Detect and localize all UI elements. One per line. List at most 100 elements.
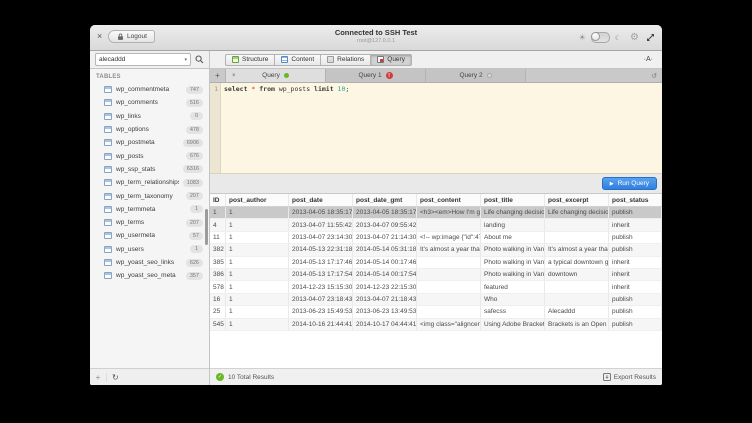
results-body: 112013-04-05 18:35:17+02013-04-05 18:35:… (210, 207, 662, 331)
result-row[interactable]: 2512013-06-23 15:49:53+02013-06-23 13:49… (210, 306, 662, 318)
headerbar: × Logout Connected to SSH Test root@127.… (90, 25, 662, 51)
view-tab-query[interactable]: Query (371, 54, 412, 66)
table-icon (104, 99, 112, 106)
sidebar-item-wp_term_relationships[interactable]: wp_term_relationships 1083 (90, 176, 209, 189)
column-header-post_date[interactable]: post_date (289, 194, 353, 206)
result-row[interactable]: 38512014-05-13 17:17:46+02014-05-14 00:1… (210, 257, 662, 269)
cell: 1 (226, 207, 289, 218)
column-header-post_author[interactable]: post_author (226, 194, 289, 206)
tab-close-icon[interactable]: × (232, 73, 236, 79)
table-name: wp_termmeta (116, 206, 186, 213)
row-count-badge: 207 (186, 219, 203, 227)
table-icon (104, 193, 112, 200)
row-count-badge: 626 (186, 259, 203, 267)
table-icon (104, 232, 112, 239)
table-icon (104, 126, 112, 133)
column-header-post_excerpt[interactable]: post_excerpt (545, 194, 609, 206)
sidebar-item-wp_ssp_stats[interactable]: wp_ssp_stats 6316 (90, 163, 209, 176)
query-tab-query-1[interactable]: Query 1 ! (326, 69, 426, 82)
query-tab-query-2[interactable]: Query 2 (426, 69, 526, 82)
cell: 2013-06-23 15:49:53+0 (289, 306, 353, 317)
result-row[interactable]: 38612014-05-13 17:17:54+02014-05-14 00:1… (210, 269, 662, 281)
query-editor[interactable]: 1 select * from wp_posts limit 10; (210, 83, 662, 174)
result-row[interactable]: 38212014-05-13 22:31:18+02014-05-14 05:3… (210, 244, 662, 256)
query-tab-query[interactable]: × Query (226, 69, 326, 82)
table-name: wp_links (116, 113, 186, 120)
table-icon (104, 153, 112, 160)
result-row[interactable]: 54512014-10-16 21:44:41+02014-10-17 04:4… (210, 319, 662, 331)
table-name: wp_comments (116, 99, 182, 106)
query-tab-label: Query 1 (358, 72, 381, 79)
view-tab-structure[interactable]: Structure (225, 54, 275, 66)
sidebar-item-wp_users[interactable]: wp_users 1 (90, 243, 209, 256)
result-row[interactable]: 1112013-04-07 23:14:30+02013-04-07 21:14… (210, 232, 662, 244)
result-row[interactable]: 57812014-12-23 15:15:30+02014-12-23 22:1… (210, 281, 662, 293)
column-header-post_date_gmt[interactable]: post_date_gmt (353, 194, 417, 206)
row-count-badge: 1083 (183, 179, 203, 187)
sidebar-item-wp_postmeta[interactable]: wp_postmeta 6906 (90, 136, 209, 149)
search-icon[interactable] (195, 55, 204, 64)
dark-mode-toggle[interactable] (591, 32, 610, 43)
cell: Brackets is an Open Soun (545, 319, 609, 330)
cell: Alecaddd (545, 306, 609, 317)
cell: 16 (210, 294, 226, 305)
row-count-badge: 0 (190, 112, 203, 120)
query-code[interactable]: select * from wp_posts limit 10; (221, 83, 662, 173)
cell: Life changing decisions (481, 207, 545, 218)
font-size-button[interactable]: ·A· (644, 56, 653, 63)
moon-icon: ☾ (615, 34, 621, 42)
sidebar-item-wp_options[interactable]: wp_options 478 (90, 123, 209, 136)
cell: 2014-10-17 04:44:41+0 (353, 319, 417, 330)
sidebar-item-wp_term_taxonomy[interactable]: wp_term_taxonomy 207 (90, 189, 209, 202)
table-name: wp_users (116, 246, 186, 253)
cell: 2013-04-07 21:14:30+0 (353, 232, 417, 243)
column-header-id[interactable]: ID (210, 194, 226, 206)
cell: 11 (210, 232, 226, 243)
view-tab-relations[interactable]: Relations (321, 54, 371, 66)
view-tab-content[interactable]: Content (275, 54, 321, 66)
sidebar-item-wp_comments[interactable]: wp_comments 516 (90, 96, 209, 109)
cell: inherit (609, 257, 662, 268)
sidebar-scrollbar[interactable] (205, 209, 208, 245)
cell: Life changing decisions. H (545, 207, 609, 218)
sidebar-item-wp_links[interactable]: wp_links 0 (90, 110, 209, 123)
sidebar-item-wp_yoast_seo_links[interactable]: wp_yoast_seo_links 626 (90, 256, 209, 269)
total-results-label: 10 Total Results (228, 374, 599, 381)
cell: 578 (210, 281, 226, 292)
row-count-badge: 6316 (183, 165, 203, 173)
result-row[interactable]: 1612013-04-07 23:18:43+02013-04-07 21:18… (210, 294, 662, 306)
result-row[interactable]: 412013-04-07 11:55:42+02013-04-07 09:55:… (210, 219, 662, 231)
database-toolbar: alecaddd ▾ (90, 51, 210, 68)
add-table-button[interactable]: + (90, 373, 107, 382)
expand-icon[interactable] (646, 33, 655, 42)
table-icon (104, 259, 112, 266)
new-query-tab-button[interactable]: + (210, 69, 226, 82)
sidebar-item-wp_termmeta[interactable]: wp_termmeta 1 (90, 203, 209, 216)
sidebar-item-wp_yoast_seo_meta[interactable]: wp_yoast_seo_meta 357 (90, 269, 209, 282)
column-header-post_content[interactable]: post_content (417, 194, 481, 206)
gear-icon[interactable]: ⚙ (630, 32, 639, 43)
result-row[interactable]: 112013-04-05 18:35:17+02013-04-05 18:35:… (210, 207, 662, 219)
view-tab-label: Query (387, 56, 405, 63)
table-icon (104, 246, 112, 253)
run-query-button[interactable]: ▶ Run Query (602, 177, 657, 190)
sql-token: select (224, 85, 247, 93)
cell: 25 (210, 306, 226, 317)
row-count-badge: 57 (189, 232, 203, 240)
row-count-badge: 1 (190, 245, 203, 253)
column-header-post_status[interactable]: post_status (609, 194, 662, 206)
sidebar-item-wp_commentmeta[interactable]: wp_commentmeta 747 (90, 83, 209, 96)
column-header-post_title[interactable]: post_title (481, 194, 545, 206)
cell: 382 (210, 244, 226, 255)
view-tab-label: Content (291, 56, 314, 63)
export-results-button[interactable]: Export Results (603, 373, 656, 381)
headerbar-actions: ☀ ☾ ⚙ (579, 25, 655, 50)
sidebar-item-wp_terms[interactable]: wp_terms 207 (90, 216, 209, 229)
sidebar-item-wp_posts[interactable]: wp_posts 676 (90, 149, 209, 162)
cell: <!-- wp:image {"id":4786} (417, 232, 481, 243)
history-icon[interactable]: ↺ (651, 69, 657, 82)
cell: publish (609, 207, 662, 218)
refresh-icon[interactable]: ↻ (112, 373, 119, 382)
database-selector[interactable]: alecaddd ▾ (95, 53, 191, 66)
sidebar-item-wp_usermeta[interactable]: wp_usermeta 57 (90, 229, 209, 242)
